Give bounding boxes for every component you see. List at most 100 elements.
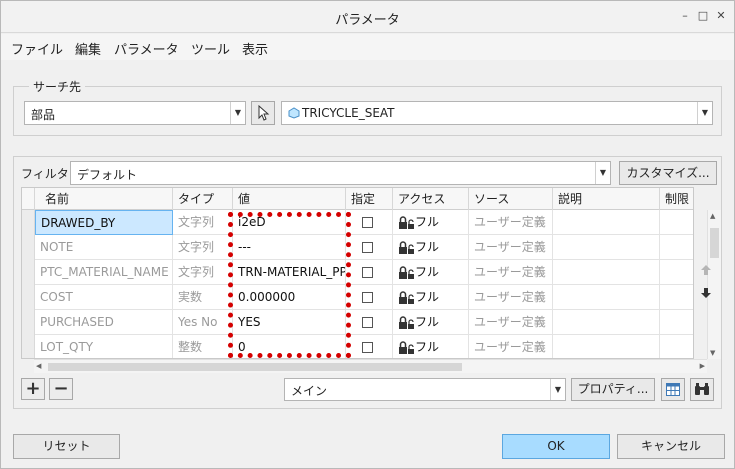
customize-button[interactable]: カスタマイズ... <box>619 161 717 185</box>
cell-source[interactable]: ユーザー定義 <box>469 210 553 235</box>
designate-checkbox[interactable] <box>362 317 373 328</box>
table-row[interactable]: DRAWED_BY 文字列 i2eD フル ユーザー定義 <box>22 210 693 235</box>
cell-source[interactable]: ユーザー定義 <box>469 235 553 260</box>
cell-type[interactable]: 文字列 <box>173 260 233 285</box>
view-select[interactable]: メイン ▼ <box>284 378 566 401</box>
title-bar: パラメータ – □ ✕ <box>1 1 734 33</box>
access-label: フル <box>415 315 440 329</box>
select-pointer-button[interactable] <box>251 101 275 125</box>
scroll-up-icon[interactable]: ▲ <box>710 212 715 220</box>
row-header <box>22 285 35 310</box>
table-row[interactable]: NOTE 文字列 --- フル ユーザー定義 <box>22 235 693 260</box>
table-row[interactable]: COST 実数 0.000000 フル ユーザー定義 <box>22 285 693 310</box>
scrollbar-thumb[interactable] <box>48 363 462 371</box>
column-header-name[interactable]: 名前 <box>35 188 173 210</box>
menu-parameters[interactable]: パラメータ <box>114 39 179 58</box>
cell-description[interactable] <box>553 235 660 260</box>
cell-name[interactable]: COST <box>35 285 173 310</box>
cell-type[interactable]: 文字列 <box>173 210 233 235</box>
cell-description[interactable] <box>553 335 660 358</box>
table-horizontal-scrollbar[interactable]: ◀ ▶ <box>34 359 707 373</box>
cell-restriction[interactable] <box>660 210 693 235</box>
cell-source[interactable]: ユーザー定義 <box>469 335 553 358</box>
column-header-source[interactable]: ソース <box>469 188 553 210</box>
cell-restriction[interactable] <box>660 310 693 335</box>
cell-name[interactable]: NOTE <box>35 235 173 260</box>
parameters-table: 名前 タイプ 値 指定 アクセス ソース 説明 制限 DRAWED_BY 文字列… <box>21 187 694 359</box>
table-row[interactable]: PURCHASED Yes No YES フル ユーザー定義 <box>22 310 693 335</box>
cell-source[interactable]: ユーザー定義 <box>469 260 553 285</box>
column-header-designate[interactable]: 指定 <box>346 188 393 210</box>
designate-checkbox[interactable] <box>362 342 373 353</box>
cell-source[interactable]: ユーザー定義 <box>469 310 553 335</box>
table-row[interactable]: LOT_QTY 整数 0 フル ユーザー定義 <box>22 335 693 358</box>
chevron-down-icon: ▼ <box>550 379 565 400</box>
scroll-down-icon[interactable]: ▼ <box>710 349 715 357</box>
search-object-select[interactable]: TRICYCLE_SEAT ▼ <box>281 101 713 125</box>
cell-name[interactable]: PURCHASED <box>35 310 173 335</box>
menu-edit[interactable]: 編集 <box>75 39 101 58</box>
ok-button[interactable]: OK <box>502 434 610 459</box>
reset-button[interactable]: リセット <box>13 434 120 459</box>
cell-access[interactable]: フル <box>393 285 469 310</box>
cell-description[interactable] <box>553 210 660 235</box>
cell-restriction[interactable] <box>660 285 693 310</box>
row-header <box>22 260 35 285</box>
find-button[interactable] <box>690 378 714 401</box>
column-header-restriction[interactable]: 制限 <box>660 188 693 210</box>
minimize-button[interactable]: – <box>678 9 692 23</box>
menu-view[interactable]: 表示 <box>242 39 268 58</box>
designate-checkbox[interactable] <box>362 267 373 278</box>
move-down-arrow-icon[interactable] <box>700 287 712 299</box>
search-scope-select[interactable]: 部品 ▼ <box>24 101 246 125</box>
cell-access[interactable]: フル <box>393 335 469 358</box>
cell-description[interactable] <box>553 260 660 285</box>
cell-name[interactable]: DRAWED_BY <box>35 210 173 235</box>
menu-file[interactable]: ファイル <box>11 39 63 58</box>
cell-restriction[interactable] <box>660 235 693 260</box>
cell-type[interactable]: 整数 <box>173 335 233 358</box>
cell-name[interactable]: PTC_MATERIAL_NAME <box>35 260 173 285</box>
scroll-right-icon[interactable]: ▶ <box>700 362 705 370</box>
table-layout-button[interactable] <box>661 378 685 401</box>
cell-type[interactable]: Yes No <box>173 310 233 335</box>
cell-source[interactable]: ユーザー定義 <box>469 285 553 310</box>
filter-select[interactable]: デフォルト ▼ <box>70 161 611 185</box>
designate-checkbox[interactable] <box>362 242 373 253</box>
table-vertical-scrollbar[interactable]: ▲ ▼ <box>707 210 721 359</box>
maximize-button[interactable]: □ <box>696 9 710 23</box>
close-button[interactable]: ✕ <box>714 9 728 23</box>
lock-icon <box>399 316 414 329</box>
cell-description[interactable] <box>553 310 660 335</box>
chevron-down-icon: ▼ <box>230 102 245 124</box>
cell-access[interactable]: フル <box>393 260 469 285</box>
part-icon <box>288 107 300 119</box>
column-header-type[interactable]: タイプ <box>173 188 233 210</box>
cell-name[interactable]: LOT_QTY <box>35 335 173 358</box>
scroll-left-icon[interactable]: ◀ <box>36 362 41 370</box>
properties-button[interactable]: プロパティ... <box>571 378 655 401</box>
table-row[interactable]: PTC_MATERIAL_NAME 文字列 TRN-MATERIAL_PP フル… <box>22 260 693 285</box>
column-header-value[interactable]: 値 <box>233 188 346 210</box>
cell-type[interactable]: 実数 <box>173 285 233 310</box>
access-label: フル <box>415 265 440 279</box>
cancel-button[interactable]: キャンセル <box>617 434 725 459</box>
column-header-description[interactable]: 説明 <box>553 188 660 210</box>
menu-tools[interactable]: ツール <box>191 39 230 58</box>
cell-access[interactable]: フル <box>393 235 469 260</box>
designate-checkbox[interactable] <box>362 292 373 303</box>
designate-checkbox[interactable] <box>362 217 373 228</box>
cell-access[interactable]: フル <box>393 310 469 335</box>
cell-access[interactable]: フル <box>393 210 469 235</box>
cell-restriction[interactable] <box>660 260 693 285</box>
remove-parameter-button[interactable]: − <box>49 378 73 400</box>
cell-type[interactable]: 文字列 <box>173 235 233 260</box>
cell-restriction[interactable] <box>660 335 693 358</box>
cursor-arrow-icon <box>258 104 270 121</box>
scrollbar-thumb[interactable] <box>710 228 719 258</box>
move-up-arrow-icon[interactable] <box>700 264 712 276</box>
cell-description[interactable] <box>553 285 660 310</box>
column-header-access[interactable]: アクセス <box>393 188 469 210</box>
add-parameter-button[interactable]: + <box>21 378 45 400</box>
search-scope-value: 部品 <box>31 108 56 122</box>
